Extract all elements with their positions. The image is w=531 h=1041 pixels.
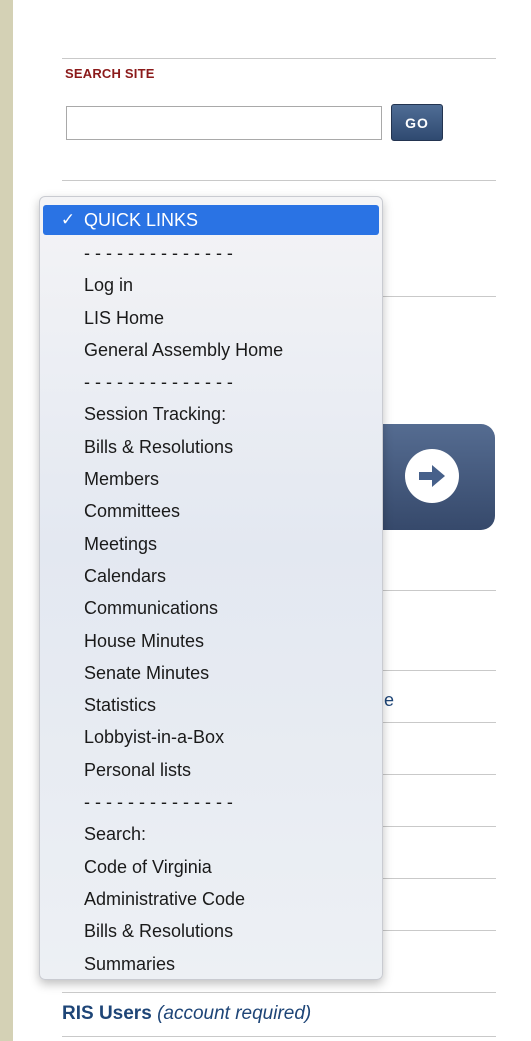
- dropdown-item[interactable]: Bills & Resolutions: [40, 915, 382, 947]
- dropdown-item-selected[interactable]: ✓ QUICK LINKS: [43, 205, 379, 235]
- dropdown-item[interactable]: Summaries: [40, 948, 382, 980]
- dropdown-item[interactable]: Statistics: [40, 689, 382, 721]
- search-input[interactable]: [66, 106, 382, 140]
- dropdown-item-label: QUICK LINKS: [84, 210, 199, 230]
- right-arrow-icon[interactable]: [405, 449, 459, 503]
- dropdown-item[interactable]: Search:: [40, 818, 382, 850]
- left-border-bar: [0, 0, 13, 1041]
- dropdown-item-label: - - - - - - - - - - - - - -: [84, 792, 233, 813]
- dropdown-item[interactable]: General Assembly Home: [40, 334, 382, 366]
- dropdown-item-label: Bills & Resolutions: [84, 921, 234, 942]
- dropdown-item[interactable]: Committees: [40, 495, 382, 527]
- dropdown-item-label: - - - - - - - - - - - - - -: [84, 243, 233, 263]
- dropdown-item-label: Meetings: [84, 533, 158, 554]
- quick-links-list: ✓ QUICK LINKS - - - - - - - - - - - - - - L…: [40, 197, 382, 980]
- dropdown-item-label: Bills & Resolutions: [84, 436, 234, 457]
- dropdown-separator: - - - - - - - - - - - - - -: [40, 237, 382, 269]
- dropdown-item[interactable]: House Minutes: [40, 625, 382, 657]
- dropdown-item-label: Senate Minutes: [84, 662, 210, 683]
- dropdown-item[interactable]: Communications: [40, 592, 382, 624]
- go-button[interactable]: GO: [391, 104, 443, 141]
- dropdown-item[interactable]: Code of Virginia: [40, 851, 382, 883]
- dropdown-item[interactable]: Calendars: [40, 560, 382, 592]
- link-fragment: e: [384, 690, 395, 710]
- divider: [62, 58, 496, 59]
- dropdown-item[interactable]: Session Tracking:: [40, 398, 382, 430]
- dropdown-item-label: Search:: [84, 824, 147, 845]
- dropdown-item-label: Communications: [84, 598, 219, 619]
- dropdown-item[interactable]: Meetings: [40, 528, 382, 560]
- dropdown-item-label: Code of Virginia: [84, 856, 212, 877]
- search-heading: SEARCH SITE: [65, 66, 155, 81]
- dropdown-item-label: Administrative Code: [84, 888, 246, 909]
- dropdown-item-label: Personal lists: [84, 759, 192, 780]
- ris-users-label[interactable]: RIS Users: [62, 1003, 152, 1024]
- dropdown-item-label: Session Tracking:: [84, 404, 227, 425]
- dropdown-separator: - - - - - - - - - - - - - -: [40, 366, 382, 398]
- dropdown-item-label: LIS Home: [84, 307, 165, 328]
- quick-links-dropdown[interactable]: ✓ QUICK LINKS - - - - - - - - - - - - - - L…: [39, 196, 383, 980]
- dropdown-item-label: Statistics: [84, 695, 157, 716]
- dropdown-item-label: Members: [84, 469, 160, 490]
- dropdown-item[interactable]: Personal lists: [40, 754, 382, 786]
- dropdown-item-label: House Minutes: [84, 630, 205, 651]
- dropdown-item[interactable]: Log in: [40, 269, 382, 301]
- dropdown-item[interactable]: Bills & Resolutions: [40, 431, 382, 463]
- dropdown-item[interactable]: Administrative Code: [40, 883, 382, 915]
- ris-users-link[interactable]: RIS Users (account required): [62, 1003, 311, 1025]
- dropdown-item-label: Summaries: [84, 953, 176, 974]
- ris-users-note: (account required): [157, 1003, 312, 1024]
- dropdown-item[interactable]: Members: [40, 463, 382, 495]
- dropdown-item-label: Log in: [84, 275, 134, 296]
- dropdown-item-label: Lobbyist-in-a-Box: [84, 727, 225, 748]
- dropdown-item[interactable]: Lobbyist-in-a-Box: [40, 721, 382, 753]
- dropdown-item[interactable]: LIS Home: [40, 302, 382, 334]
- dropdown-item[interactable]: Senate Minutes: [40, 657, 382, 689]
- dropdown-item-label: - - - - - - - - - - - - - -: [84, 372, 233, 393]
- divider: [62, 992, 496, 993]
- dropdown-item-label: General Assembly Home: [84, 339, 284, 360]
- dropdown-separator: - - - - - - - - - - - - - -: [40, 786, 382, 818]
- divider: [62, 1036, 496, 1037]
- dropdown-item-label: Committees: [84, 501, 181, 522]
- checkmark-icon: ✓: [60, 210, 76, 229]
- divider: [62, 180, 496, 181]
- dropdown-item-label: Calendars: [84, 565, 167, 586]
